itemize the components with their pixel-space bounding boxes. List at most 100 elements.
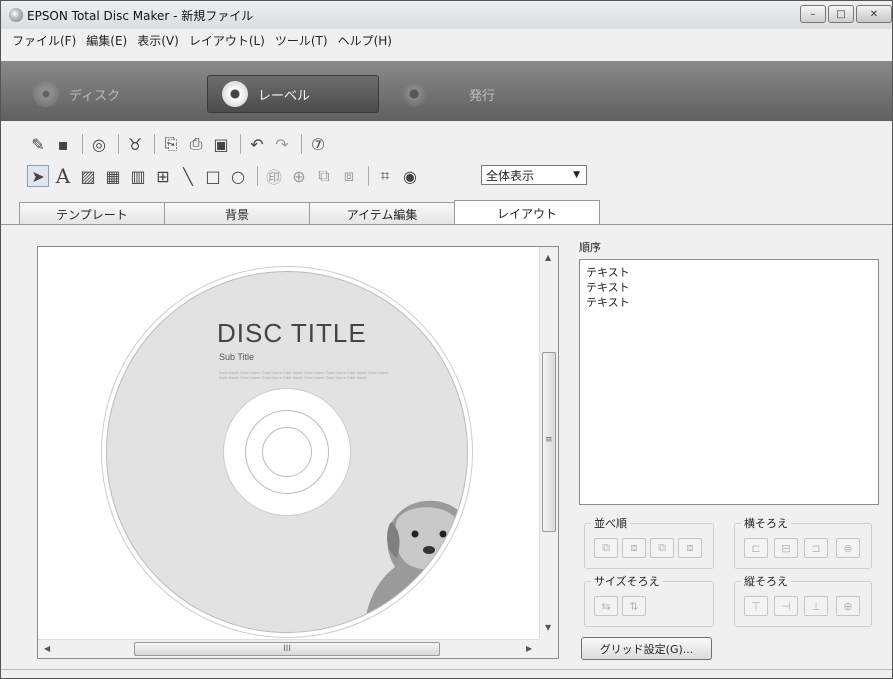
label-mode-icon xyxy=(222,81,248,107)
list-item[interactable]: テキスト xyxy=(586,265,872,280)
mode-print-label: 発行 xyxy=(469,88,496,104)
import-icon[interactable]: ⎘ xyxy=(160,133,182,155)
main-toolbar: ✎ ▪ ◎ ♉ ⎘ ⎙ ▣ ↶ ↷ ⑦ xyxy=(27,131,332,157)
horizontal-scroll-thumb[interactable]: III xyxy=(134,642,440,656)
scroll-left-icon[interactable]: ◀ xyxy=(44,644,50,653)
size-label: サイズそろえ xyxy=(591,573,663,589)
list-item[interactable]: テキスト xyxy=(586,295,872,310)
canvas-viewport: DISC TITLE Sub Title Data Name Data Name… xyxy=(38,247,540,640)
scroll-right-icon[interactable]: ▶ xyxy=(526,644,532,653)
align-top-icon[interactable]: ⊤ xyxy=(744,596,768,616)
menu-help[interactable]: ヘルプ(H) xyxy=(333,32,397,49)
vertical-align-group: 縦そろえ ⊤ ⊣ ⊥ ⊕ xyxy=(734,573,872,627)
save-icon[interactable]: ▪ xyxy=(52,133,74,155)
zoom-select[interactable]: 全体表示 ▼ xyxy=(481,165,587,185)
close-button[interactable]: ✕ xyxy=(856,5,892,23)
disc-data-text[interactable]: Data Name Data Name Data Name Data Name … xyxy=(219,370,389,380)
tab-item-edit[interactable]: アイテム編集 xyxy=(309,202,455,225)
grid-settings-button[interactable]: グリッド設定(G)... xyxy=(581,637,712,660)
align-center-icon[interactable]: ⊟ xyxy=(774,538,798,558)
align-left-icon[interactable]: ⊏ xyxy=(744,538,768,558)
toolbar-separator xyxy=(301,134,302,154)
title-bar: EPSON Total Disc Maker - 新規ファイル – □ ✕ xyxy=(1,1,892,29)
mode-disc-button[interactable]: ディスク xyxy=(33,75,120,113)
disc-settings-icon[interactable]: ◎ xyxy=(88,133,110,155)
drawing-toolbar: ➤ A ▨ ▦ ▥ ⊞ ╲ □ ○ ㊞ ⊕ ⧉ ⧈ ⌗ ◉ xyxy=(27,161,424,191)
redo-icon[interactable]: ↷ xyxy=(271,133,293,155)
toolbar-separator xyxy=(154,134,155,154)
window-title: EPSON Total Disc Maker - 新規ファイル xyxy=(27,8,254,23)
arrange-group: 並べ順 ⧉ ⧈ ⧉ ⧈ xyxy=(584,515,714,569)
print-preview-icon[interactable]: ⎙ xyxy=(185,133,207,155)
halign-label: 横そろえ xyxy=(741,515,791,531)
scroll-up-icon[interactable]: ▲ xyxy=(545,253,551,262)
send-to-back-icon[interactable]: ⧈ xyxy=(678,538,702,558)
tools-icon[interactable]: ♉ xyxy=(124,133,146,155)
export-icon[interactable]: ▣ xyxy=(210,133,232,155)
disc-subtitle-text[interactable]: Sub Title xyxy=(219,352,254,362)
arrange-label: 並べ順 xyxy=(591,515,630,531)
tab-template[interactable]: テンプレート xyxy=(19,202,165,225)
menu-view[interactable]: 表示(V) xyxy=(132,32,184,49)
align-bottom-icon[interactable]: ⊥ xyxy=(804,596,828,616)
crop-icon[interactable]: ⌗ xyxy=(374,165,396,187)
maximize-button[interactable]: □ xyxy=(828,5,854,23)
vscroll-grip: ≡ xyxy=(545,435,553,445)
same-width-icon[interactable]: ⇆ xyxy=(594,596,618,616)
bring-front-icon[interactable]: ⧉ xyxy=(313,165,335,187)
help-icon[interactable]: ⑦ xyxy=(307,133,329,155)
order-list[interactable]: テキスト テキスト テキスト xyxy=(579,259,879,505)
ellipse-tool-icon[interactable]: ○ xyxy=(227,165,249,187)
minimize-button[interactable]: – xyxy=(800,5,826,23)
menu-layout[interactable]: レイアウト(L) xyxy=(184,32,270,49)
align-right-icon[interactable]: ⊐ xyxy=(804,538,828,558)
menu-file[interactable]: ファイル(F) xyxy=(7,32,81,49)
arc-text-icon[interactable]: ㊞ xyxy=(263,165,285,187)
scroll-down-icon[interactable]: ▼ xyxy=(545,623,551,632)
bring-forward-icon[interactable]: ⧈ xyxy=(622,538,646,558)
image-tool-icon[interactable]: ▨ xyxy=(77,165,99,187)
line-tool-icon[interactable]: ╲ xyxy=(177,165,199,187)
horizontal-scrollbar[interactable]: ◀ III ▶ xyxy=(38,639,540,658)
list-item[interactable]: テキスト xyxy=(586,280,872,295)
tree-tool-icon[interactable]: ⊞ xyxy=(152,165,174,187)
undo-icon[interactable]: ↶ xyxy=(246,133,268,155)
send-back-icon[interactable]: ⧈ xyxy=(338,165,360,187)
horizontal-align-group: 横そろえ ⊏ ⊟ ⊐ ⊜ xyxy=(734,515,872,569)
disc-view-icon[interactable]: ◉ xyxy=(399,165,421,187)
zoom-value: 全体表示 xyxy=(486,168,535,183)
menu-edit[interactable]: 編集(E) xyxy=(81,32,132,49)
window-controls: – □ ✕ xyxy=(798,5,892,23)
disc-title-text[interactable]: DISC TITLE xyxy=(217,318,367,349)
align-middle-icon[interactable]: ⊣ xyxy=(774,596,798,616)
new-file-icon[interactable]: ✎ xyxy=(27,133,49,155)
align-arc-icon[interactable]: ⊜ xyxy=(836,538,860,558)
grid-tool-icon[interactable]: ▦ xyxy=(102,165,124,187)
mode-label-label: レーベル xyxy=(258,88,311,104)
tab-background[interactable]: 背景 xyxy=(164,202,310,225)
mode-bar: ディスク レーベル 発行 xyxy=(1,61,892,121)
vertical-scrollbar[interactable]: ▲ ≡ ▼ xyxy=(539,247,558,640)
disc-label[interactable]: DISC TITLE Sub Title Data Name Data Name… xyxy=(106,271,468,633)
circle-text-icon[interactable]: ⊕ xyxy=(288,165,310,187)
toolbar-separator xyxy=(240,134,241,154)
same-height-icon[interactable]: ⇅ xyxy=(622,596,646,616)
menu-tools[interactable]: ツール(T) xyxy=(270,32,333,49)
mode-print-button[interactable]: 発行 xyxy=(401,75,495,113)
rectangle-tool-icon[interactable]: □ xyxy=(202,165,224,187)
bring-to-front-icon[interactable]: ⧉ xyxy=(594,538,618,558)
barcode-tool-icon[interactable]: ▥ xyxy=(127,165,149,187)
tab-layout[interactable]: レイアウト xyxy=(454,200,600,225)
toolbar-separator xyxy=(257,166,258,186)
mode-label-button[interactable]: レーベル xyxy=(207,75,379,113)
menu-bar: ファイル(F) 編集(E) 表示(V) レイアウト(L) ツール(T) ヘルプ(… xyxy=(1,29,397,51)
status-divider xyxy=(1,669,892,670)
send-backward-icon[interactable]: ⧉ xyxy=(650,538,674,558)
toolbar-separator xyxy=(368,166,369,186)
vertical-scroll-thumb[interactable]: ≡ xyxy=(542,352,556,532)
select-arrow-icon[interactable]: ➤ xyxy=(27,165,49,187)
text-tool-icon[interactable]: A xyxy=(52,164,74,188)
label-canvas[interactable]: DISC TITLE Sub Title Data Name Data Name… xyxy=(37,246,559,659)
align-rotate-icon[interactable]: ⊕ xyxy=(836,596,860,616)
order-label: 順序 xyxy=(579,241,601,254)
